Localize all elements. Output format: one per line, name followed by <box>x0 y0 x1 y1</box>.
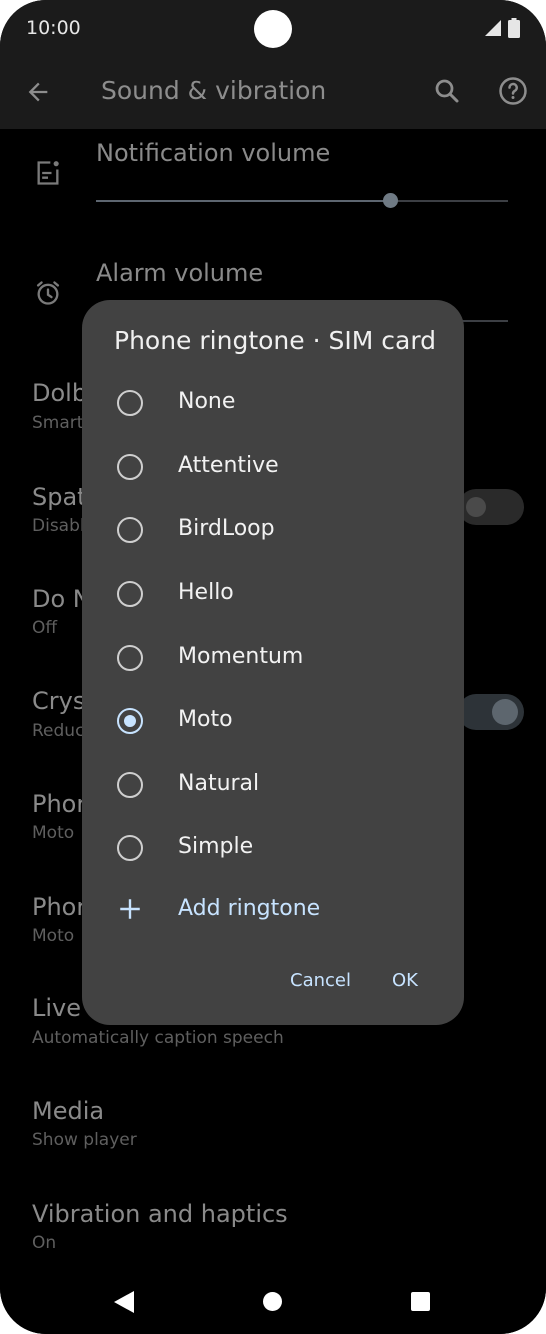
plus-icon <box>120 899 140 919</box>
nav-home-icon[interactable] <box>263 1292 282 1311</box>
radio-button[interactable] <box>117 581 143 607</box>
spatial-toggle[interactable] <box>458 489 524 525</box>
back-arrow-icon[interactable] <box>24 78 52 106</box>
notification-volume-label: Notification volume <box>96 139 331 167</box>
notification-volume-thumb[interactable] <box>383 193 398 208</box>
ringtone-option-label: Simple <box>178 834 254 859</box>
help-icon[interactable] <box>498 76 528 106</box>
setting-phone-ringtone-2-title[interactable]: Phor <box>32 893 86 921</box>
crystal-toggle-knob <box>492 699 518 725</box>
status-icons <box>484 18 520 38</box>
ringtone-option-label: Moto <box>178 707 233 732</box>
ringtone-option-moto[interactable]: Moto <box>82 693 464 749</box>
phone-screen: 10:00 Sound & vibration Notification vol… <box>0 0 546 1334</box>
crystal-toggle[interactable] <box>458 694 524 730</box>
radio-button[interactable] <box>117 835 143 861</box>
setting-live-caption-title[interactable]: Live <box>32 994 81 1022</box>
ringtone-option-label: Momentum <box>178 644 304 669</box>
ringtone-option-label: BirdLoop <box>178 516 275 541</box>
notification-icon <box>37 161 59 185</box>
ringtone-option-label: Hello <box>178 580 234 605</box>
cancel-button[interactable]: Cancel <box>290 970 351 991</box>
ringtone-dialog: Phone ringtone · SIM card None Attentive… <box>82 300 464 1025</box>
setting-phone-ringtone-2-subtitle: Moto <box>32 926 75 946</box>
radio-button[interactable] <box>117 517 143 543</box>
status-bar: 10:00 <box>0 0 546 56</box>
setting-spatial-subtitle: Disabl <box>32 516 85 536</box>
setting-crystal-title[interactable]: Crys <box>32 687 85 715</box>
setting-phone-ringtone-1-title[interactable]: Phor <box>32 790 86 818</box>
ringtone-option-label: Attentive <box>178 453 279 478</box>
setting-live-caption-subtitle: Automatically caption speech <box>32 1028 284 1048</box>
notification-volume-fill <box>96 200 390 202</box>
app-bar: Sound & vibration <box>0 56 546 129</box>
battery-icon <box>508 18 520 38</box>
radio-button[interactable] <box>117 390 143 416</box>
ringtone-option-none[interactable]: None <box>82 375 464 431</box>
nav-back-icon[interactable] <box>114 1291 134 1313</box>
radio-button[interactable] <box>117 454 143 480</box>
ringtone-option-natural[interactable]: Natural <box>82 757 464 813</box>
signal-icon <box>485 20 501 36</box>
ringtone-option-simple[interactable]: Simple <box>82 820 464 876</box>
setting-media-subtitle: Show player <box>32 1130 137 1150</box>
status-time: 10:00 <box>26 17 81 39</box>
setting-do-not-disturb-subtitle: Off <box>32 618 58 638</box>
setting-spatial-title[interactable]: Spat <box>32 483 87 511</box>
ringtone-option-momentum[interactable]: Momentum <box>82 630 464 686</box>
radio-button[interactable] <box>117 772 143 798</box>
camera-cutout <box>254 10 292 48</box>
setting-dolby-title[interactable]: Dolb <box>32 379 87 407</box>
setting-vibration-subtitle: On <box>32 1233 57 1253</box>
setting-media-title[interactable]: Media <box>32 1097 104 1125</box>
radio-button-selected[interactable] <box>117 708 143 734</box>
ringtone-option-birdloop[interactable]: BirdLoop <box>82 502 464 558</box>
ringtone-option-label: None <box>178 389 236 414</box>
setting-phone-ringtone-1-subtitle: Moto <box>32 823 75 843</box>
radio-button[interactable] <box>117 645 143 671</box>
setting-dolby-subtitle: Smart <box>32 413 84 433</box>
search-icon[interactable] <box>432 76 462 106</box>
alarm-icon <box>36 281 60 305</box>
notification-volume-slider[interactable] <box>96 193 508 208</box>
ringtone-option-hello[interactable]: Hello <box>82 566 464 622</box>
setting-vibration-title[interactable]: Vibration and haptics <box>32 1200 288 1228</box>
page-title: Sound & vibration <box>101 76 327 105</box>
navigation-bar <box>0 1269 546 1334</box>
nav-recents-icon[interactable] <box>411 1292 430 1311</box>
dialog-title: Phone ringtone · SIM card <box>114 326 437 355</box>
spatial-toggle-knob <box>466 497 486 517</box>
setting-crystal-subtitle: Reduc <box>32 721 85 741</box>
add-ringtone-button[interactable]: Add ringtone <box>82 882 464 938</box>
ok-button[interactable]: OK <box>392 970 418 991</box>
ringtone-option-label: Natural <box>178 771 260 796</box>
ringtone-option-attentive[interactable]: Attentive <box>82 439 464 495</box>
add-ringtone-label: Add ringtone <box>178 896 321 921</box>
alarm-volume-label: Alarm volume <box>96 259 264 287</box>
